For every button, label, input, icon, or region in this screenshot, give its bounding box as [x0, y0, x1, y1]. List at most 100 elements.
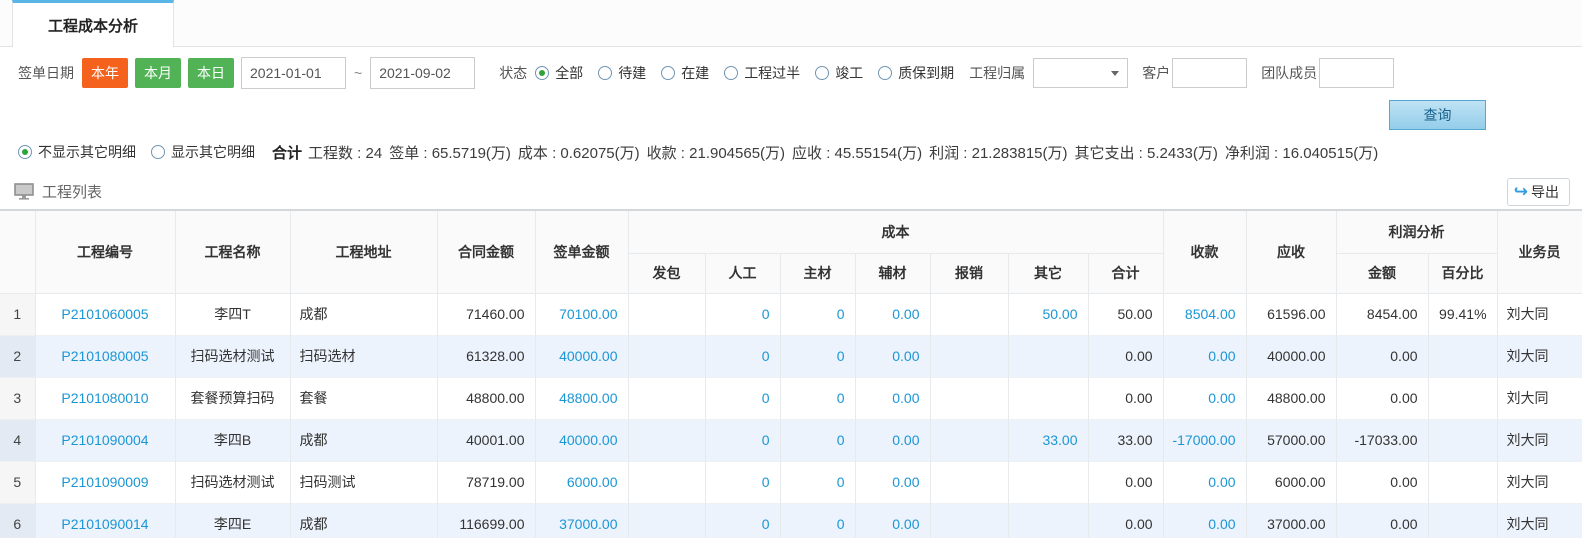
sign-amount-link[interactable]: 6000.00	[535, 461, 629, 503]
cost-labor-link[interactable]: 0	[705, 377, 781, 419]
received-amount-link[interactable]: 0.00	[1163, 461, 1247, 503]
sign-amount-link[interactable]: 40000.00	[535, 335, 629, 377]
receivable-amount: 48800.00	[1246, 377, 1337, 419]
sign-amount-link[interactable]: 40000.00	[535, 419, 629, 461]
detail-toggle-option[interactable]: 显示其它明细	[151, 142, 255, 162]
status-option[interactable]: 质保到期	[878, 63, 954, 83]
this-year-button[interactable]: 本年	[82, 58, 128, 88]
received-amount-link[interactable]: 0.00	[1163, 503, 1247, 538]
status-option[interactable]: 竣工	[815, 63, 863, 83]
cost-other-link[interactable]: 50.00	[1008, 293, 1089, 335]
table-row: 3 P2101080010 套餐预算扫码 套餐 48800.00 48800.00 0 0 0.…	[0, 377, 1582, 419]
received-amount-link[interactable]: 0.00	[1163, 377, 1247, 419]
project-address: 扫码测试	[290, 461, 438, 503]
cost-reimburse	[930, 503, 1009, 538]
received-amount-link[interactable]: 0.00	[1163, 335, 1247, 377]
customer-input[interactable]	[1172, 58, 1248, 88]
cost-other-link	[1008, 461, 1089, 503]
status-option[interactable]: 在建	[661, 63, 709, 83]
project-owner-select[interactable]	[1033, 58, 1129, 88]
project-code-link[interactable]: P2101080005	[35, 335, 176, 377]
table-header: 工程编号 工程名称 工程地址 合同金额 签单金额 成本 收款 应收 利润分析 业…	[0, 211, 1582, 294]
profit-percent	[1428, 419, 1498, 461]
sign-amount-link[interactable]: 70100.00	[535, 293, 629, 335]
cost-labor-link[interactable]: 0	[705, 503, 781, 538]
cost-aux-material-link[interactable]: 0.00	[855, 461, 931, 503]
detail-toggle-option-label: 显示其它明细	[171, 144, 255, 160]
today-button[interactable]: 本日	[188, 58, 234, 88]
this-month-button[interactable]: 本月	[135, 58, 181, 88]
cost-labor-link[interactable]: 0	[705, 419, 781, 461]
search-button[interactable]: 查询	[1389, 100, 1486, 130]
status-option[interactable]: 待建	[598, 63, 646, 83]
header-salesperson: 业务员	[1497, 211, 1582, 294]
cost-aux-material-link[interactable]: 0.00	[855, 335, 931, 377]
radio-icon	[598, 66, 613, 80]
cost-main-material-link[interactable]: 0	[780, 377, 856, 419]
received-amount-link[interactable]: -17000.00	[1163, 419, 1247, 461]
sign-amount-link[interactable]: 37000.00	[535, 503, 629, 538]
project-code-link[interactable]: P2101080010	[35, 377, 176, 419]
cost-main-material-link[interactable]: 0	[780, 461, 856, 503]
status-label: 状态	[499, 65, 528, 81]
date-from-input[interactable]	[241, 57, 346, 89]
cost-outsource	[628, 335, 706, 377]
header-project-name: 工程名称	[175, 211, 291, 294]
cost-main-material-link[interactable]: 0	[780, 419, 856, 461]
radio-icon	[18, 145, 32, 159]
row-number: 3	[0, 377, 36, 419]
team-member-input[interactable]	[1319, 58, 1395, 88]
project-list-bar: 工程列表 ↪ 导出	[0, 174, 1582, 211]
row-number: 4	[0, 419, 36, 461]
cost-reimburse	[930, 377, 1009, 419]
sign-amount-link[interactable]: 48800.00	[535, 377, 629, 419]
cost-aux-material-link[interactable]: 0.00	[855, 503, 931, 538]
detail-toggle-option[interactable]: 不显示其它明细	[18, 142, 136, 162]
status-radio-group: 全部 待建 在建 工程过半 竣工 质保到期	[535, 63, 969, 83]
profit-percent	[1428, 461, 1498, 503]
project-address: 扫码选材	[290, 335, 438, 377]
header-profit-percent: 百分比	[1428, 253, 1498, 294]
cost-aux-material-link[interactable]: 0.00	[855, 293, 931, 335]
export-label: 导出	[1531, 183, 1559, 200]
received-amount-link[interactable]: 8504.00	[1163, 293, 1247, 335]
table-row: 2 P2101080005 扫码选材测试 扫码选材 61328.00 40000.00 0 0…	[0, 335, 1582, 377]
detail-toggle-group: 不显示其它明细 显示其它明细	[18, 142, 270, 162]
cost-labor-link[interactable]: 0	[705, 335, 781, 377]
chevron-down-icon	[1111, 70, 1120, 76]
cost-labor-link[interactable]: 0	[705, 461, 781, 503]
salesperson: 刘大同	[1497, 419, 1582, 461]
project-name: 扫码选材测试	[175, 461, 291, 503]
cost-aux-material-link[interactable]: 0.00	[855, 377, 931, 419]
cost-other-link[interactable]: 33.00	[1008, 419, 1089, 461]
status-option-label: 竣工	[835, 65, 864, 81]
detail-toggle-option-label: 不显示其它明细	[38, 144, 136, 160]
cost-aux-material-link[interactable]: 0.00	[855, 419, 931, 461]
cost-main-material-link[interactable]: 0	[780, 293, 856, 335]
project-code-link[interactable]: P2101060005	[35, 293, 176, 335]
cost-labor-link[interactable]: 0	[705, 293, 781, 335]
radio-icon	[724, 66, 739, 80]
status-option[interactable]: 全部	[535, 63, 583, 83]
table-body: 1 P2101060005 李四T 成都 71460.00 70100.00 0 0 0.00 5…	[0, 293, 1582, 538]
profit-amount: -17033.00	[1336, 419, 1429, 461]
header-cost-other: 其它	[1008, 253, 1089, 294]
cost-outsource	[628, 293, 706, 335]
project-code-link[interactable]: P2101090014	[35, 503, 176, 538]
project-list-title: 工程列表	[42, 184, 103, 201]
summary-item: 签单 : 65.5719(万)	[389, 144, 511, 162]
date-to-input[interactable]	[370, 57, 476, 89]
cost-main-material-link[interactable]: 0	[780, 335, 856, 377]
project-code-link[interactable]: P2101090009	[35, 461, 176, 503]
header-cost-main-material: 主材	[780, 253, 856, 294]
status-option-label: 待建	[618, 65, 647, 81]
project-code-link[interactable]: P2101090004	[35, 419, 176, 461]
status-option[interactable]: 工程过半	[724, 63, 800, 83]
export-button[interactable]: ↪ 导出	[1506, 177, 1570, 206]
cost-main-material-link[interactable]: 0	[780, 503, 856, 538]
radio-icon	[661, 66, 676, 80]
tab-project-cost-analysis[interactable]: 工程成本分析	[12, 0, 174, 47]
cost-other-link	[1008, 335, 1089, 377]
cost-total: 50.00	[1088, 293, 1164, 335]
header-cost-total: 合计	[1088, 253, 1164, 294]
